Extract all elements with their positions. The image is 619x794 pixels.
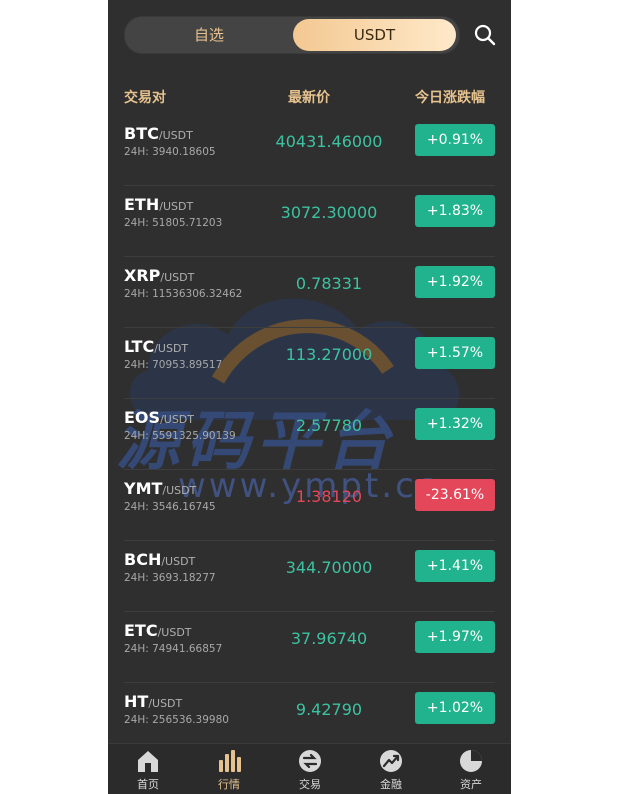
last-price: 9.42790: [295, 700, 363, 719]
nav-label: 金融: [380, 778, 402, 791]
change-badge: +1.02%: [415, 692, 495, 724]
market-screen: 源码平台 www.ympt.cc 自选 USDT 交易对 最新价 今日涨跌幅 B…: [108, 0, 511, 794]
tab-watchlist[interactable]: 自选: [129, 19, 289, 51]
pair-base: XRP: [124, 266, 161, 285]
header-pair: 交易对: [124, 90, 166, 106]
assets-pie-icon: [460, 750, 482, 772]
nav-label: 交易: [299, 778, 321, 791]
pair-quote: /USDT: [158, 129, 193, 142]
volume-24h: 24H: 3546.16745: [124, 501, 216, 513]
nav-home[interactable]: 首页: [108, 748, 188, 792]
change-badge: -23.61%: [415, 479, 495, 511]
market-bars-icon: [219, 750, 241, 772]
volume-24h: 24H: 5591325.90139: [124, 430, 236, 442]
volume-24h: 24H: 74941.66857: [124, 643, 223, 655]
bottom-nav: 首页 行情 交易 金融 资产: [108, 743, 511, 794]
table-row[interactable]: LTC/USDT 24H: 70953.89517 113.27000 +1.5…: [124, 328, 495, 399]
change-badge: +1.57%: [415, 337, 495, 369]
market-segment-control: 自选 USDT: [124, 16, 460, 54]
change-badge: +0.91%: [415, 124, 495, 156]
tab-usdt[interactable]: USDT: [293, 19, 456, 51]
last-price: 3072.30000: [280, 203, 378, 222]
change-badge: +1.97%: [415, 621, 495, 653]
pair-quote: /USDT: [160, 413, 194, 426]
market-list: BTC/USDT 24H: 3940.18605 40431.46000 +0.…: [108, 115, 511, 753]
nav-trade[interactable]: 交易: [270, 748, 350, 792]
trade-icon: [299, 750, 321, 772]
last-price: 113.27000: [285, 345, 373, 364]
pair-quote: /USDT: [160, 271, 195, 284]
pair-base: ETC: [124, 621, 158, 640]
finance-icon: [380, 750, 402, 772]
volume-24h: 24H: 70953.89517: [124, 359, 223, 371]
pair-base: YMT: [124, 479, 163, 498]
pair-quote: /USDT: [159, 200, 194, 213]
table-row[interactable]: XRP/USDT 24H: 11536306.32462 0.78331 +1.…: [124, 257, 495, 328]
change-badge: +1.83%: [415, 195, 495, 227]
nav-finance[interactable]: 金融: [351, 748, 431, 792]
nav-label: 行情: [218, 778, 240, 791]
last-price: 1.38120: [295, 487, 363, 506]
nav-label: 首页: [137, 778, 159, 791]
volume-24h: 24H: 3693.18277: [124, 572, 216, 584]
volume-24h: 24H: 51805.71203: [124, 217, 223, 229]
change-badge: +1.32%: [415, 408, 495, 440]
table-header: 交易对 最新价 今日涨跌幅: [108, 87, 511, 109]
pair-quote: /USDT: [161, 555, 196, 568]
change-badge: +1.41%: [415, 550, 495, 582]
pair-base: EOS: [124, 408, 161, 427]
pair-quote: /USDT: [148, 697, 183, 710]
nav-market[interactable]: 行情: [189, 748, 269, 792]
home-icon: [138, 751, 158, 772]
pair-base: BTC: [124, 124, 159, 143]
last-price: 0.78331: [295, 274, 363, 293]
table-row[interactable]: ETC/USDT 24H: 74941.66857 37.96740 +1.97…: [124, 612, 495, 683]
table-row[interactable]: EOS/USDT 24H: 5591325.90139 2.57780 +1.3…: [124, 399, 495, 470]
volume-24h: 24H: 3940.18605: [124, 146, 216, 158]
table-row[interactable]: YMT/USDT 24H: 3546.16745 1.38120 -23.61%: [124, 470, 495, 541]
volume-24h: 24H: 11536306.32462: [124, 288, 243, 300]
table-row[interactable]: ETH/USDT 24H: 51805.71203 3072.30000 +1.…: [124, 186, 495, 257]
pair-base: BCH: [124, 550, 162, 569]
header-change: 今日涨跌幅: [415, 90, 485, 106]
pair-quote: /USDT: [157, 626, 192, 639]
nav-assets[interactable]: 资产: [431, 748, 511, 792]
header-price: 最新价: [288, 90, 330, 106]
nav-label: 资产: [460, 778, 482, 791]
table-row[interactable]: BTC/USDT 24H: 3940.18605 40431.46000 +0.…: [124, 115, 495, 186]
pair-base: LTC: [124, 337, 155, 356]
pair-base: HT: [124, 692, 149, 711]
volume-24h: 24H: 256536.39980: [124, 714, 229, 726]
pair-base: ETH: [124, 195, 160, 214]
change-badge: +1.92%: [415, 266, 495, 298]
last-price: 40431.46000: [275, 132, 383, 151]
last-price: 37.96740: [290, 629, 368, 648]
last-price: 2.57780: [295, 416, 363, 435]
last-price: 344.70000: [285, 558, 373, 577]
pair-quote: /USDT: [162, 484, 197, 497]
pair-quote: /USDT: [154, 342, 189, 355]
table-row[interactable]: BCH/USDT 24H: 3693.18277 344.70000 +1.41…: [124, 541, 495, 612]
search-icon[interactable]: [474, 24, 496, 46]
